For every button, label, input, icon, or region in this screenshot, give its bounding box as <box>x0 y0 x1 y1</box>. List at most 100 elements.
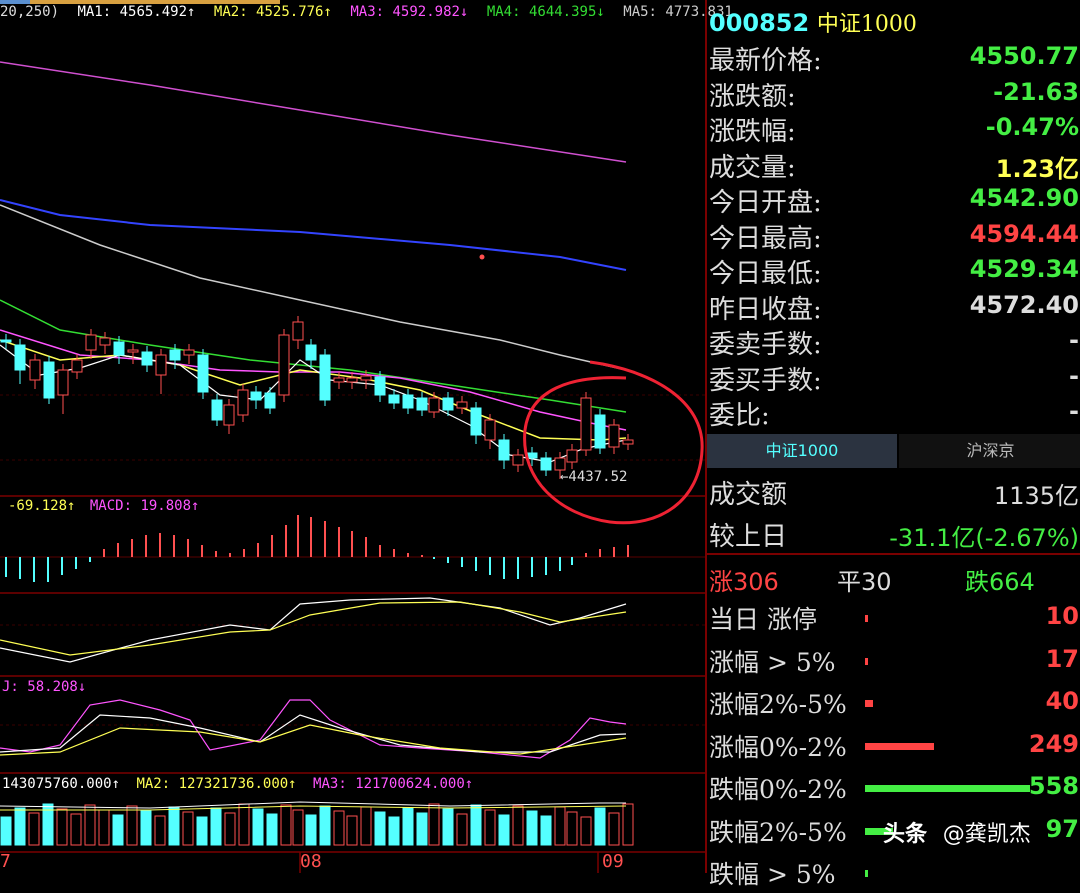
panel-divider <box>707 553 1080 555</box>
volume-bar <box>266 813 278 846</box>
candle-body <box>155 354 167 376</box>
distribution-row: 涨幅 > 5% 17 <box>709 641 1079 681</box>
volume-bar <box>374 811 386 846</box>
volume-bar <box>140 810 152 846</box>
volume-bar <box>580 816 592 846</box>
candle-body <box>183 349 195 356</box>
kdj-j-line <box>0 699 627 759</box>
quote-panel: 000852 中证1000 最新价格: 4550.77 涨跌额: -21.63 涨跌幅:… <box>705 0 1080 889</box>
distribution-label: 跌幅2%-5% <box>709 817 847 847</box>
candle-body <box>169 349 181 361</box>
macd-indicator-row: -69.128↑ MACD: 19.808↑ <box>8 498 199 514</box>
quote-row-value: 1.23亿 <box>995 154 1079 183</box>
volume-bar <box>252 808 264 846</box>
volume-bar <box>470 804 482 846</box>
candle-body <box>428 397 440 413</box>
volume-bar <box>333 810 345 846</box>
quote-row-label: 涨跌幅: <box>709 117 796 147</box>
ma-long-line <box>0 199 627 271</box>
candle-body <box>278 334 290 396</box>
candle-body <box>333 377 345 383</box>
candle-body <box>43 361 55 399</box>
volume-bar <box>126 805 138 846</box>
dea-line <box>0 601 627 656</box>
quote-row-label: 今日最高: <box>709 223 822 254</box>
tab-csi1000[interactable]: 中证1000 <box>707 434 897 468</box>
quote-row: 最新价格: 4550.77 <box>709 40 1079 76</box>
macd-value: MACD: 19.808↑ <box>89 498 200 514</box>
quote-row-label: 今日开盘: <box>709 188 822 218</box>
ma2-value: MA2: 4525.776↑ <box>213 4 332 20</box>
low-price-marker: ←4437.52 <box>560 469 628 485</box>
candle-body <box>512 454 524 466</box>
volume-bar <box>84 804 96 846</box>
candle-body <box>540 457 552 471</box>
candle-body <box>580 397 592 451</box>
panel-tabs: 中证1000 沪深京 <box>707 434 1080 468</box>
candle-body <box>237 389 249 416</box>
candle-body <box>470 407 482 436</box>
candle-body <box>0 339 12 343</box>
distribution-row: 涨幅0%-2% 249 <box>709 726 1079 766</box>
candle-body <box>71 359 83 373</box>
volume-indicator-row: 143075760.000↑ MA2: 127321736.000↑ MA3: … <box>2 776 473 792</box>
down-count: 跌664 <box>965 568 1035 596</box>
volume-bar <box>168 806 180 846</box>
quote-row: 委卖手数: - <box>709 324 1079 360</box>
turnover-label: 成交额 <box>709 480 788 510</box>
turnover-row: 成交额 1135亿 <box>709 474 1079 514</box>
volume-bar <box>484 809 496 846</box>
candle-body <box>127 349 139 353</box>
quote-row-value: - <box>1069 326 1079 354</box>
quote-row: 今日最低: 4529.34 <box>709 253 1079 289</box>
ma3-value: MA3: 4592.982↓ <box>350 4 469 20</box>
kline-chart[interactable] <box>0 0 705 873</box>
distribution-bar <box>865 657 869 665</box>
distribution-bar <box>865 742 935 750</box>
distribution-count: 249 <box>1028 729 1079 758</box>
turnover-value: 1135亿 <box>993 482 1079 510</box>
quote-row-label: 今日最低: <box>709 259 822 289</box>
volume-bar <box>98 809 110 846</box>
distribution-count: 10 <box>1045 602 1079 630</box>
watermark-source: 头条 <box>883 822 928 847</box>
candle-body <box>57 369 69 396</box>
distribution-bar <box>865 700 874 707</box>
quote-row: 昨日收盘: 4572.40 <box>709 289 1079 325</box>
volume-bar <box>360 806 372 846</box>
candle-body <box>346 377 358 383</box>
candle-body <box>498 439 510 461</box>
volume-bar <box>280 804 292 846</box>
candle-body <box>484 419 496 441</box>
volume-bar <box>0 816 12 846</box>
distribution-label: 跌幅0%-2% <box>709 775 847 804</box>
quote-row-value: 4529.34 <box>969 255 1079 283</box>
volume-bar <box>540 815 552 846</box>
watermark: 头条 @龚凯杰 <box>883 816 1031 848</box>
candle-body <box>374 376 386 396</box>
up-count: 涨306 <box>709 568 779 596</box>
security-code: 000852 <box>709 9 810 37</box>
volume-bar <box>196 816 208 846</box>
volume-bar <box>56 808 68 846</box>
volume-bar <box>498 814 510 846</box>
kline-chart-area[interactable]: 20,250) MA1: 4565.492↑ MA2: 4525.776↑ MA… <box>0 0 733 873</box>
volume-bar <box>14 807 26 846</box>
distribution-row: 跌幅 > 5% <box>709 853 1079 893</box>
ma4-value: MA4: 4644.395↓ <box>486 4 605 20</box>
candle-body <box>526 452 538 459</box>
quote-row: 今日开盘: 4542.90 <box>709 182 1079 218</box>
volume-bar <box>319 805 331 846</box>
flat-count: 平30 <box>837 568 892 596</box>
volume-bar <box>292 809 304 846</box>
ma-params: 20,250) <box>0 4 60 20</box>
quote-row-value: 4550.77 <box>969 42 1079 70</box>
tab-hs-bj[interactable]: 沪深京 <box>899 434 1080 468</box>
quote-row-label: 成交量: <box>709 152 796 183</box>
volume-bar <box>224 812 236 846</box>
distribution-bar <box>865 870 869 877</box>
candle-body <box>594 414 606 449</box>
vs-prev-value: -31.1亿(-2.67%) <box>889 524 1079 552</box>
kdj-indicator-row: J: 58.208↓ <box>2 679 87 695</box>
volume-bar <box>112 814 124 846</box>
